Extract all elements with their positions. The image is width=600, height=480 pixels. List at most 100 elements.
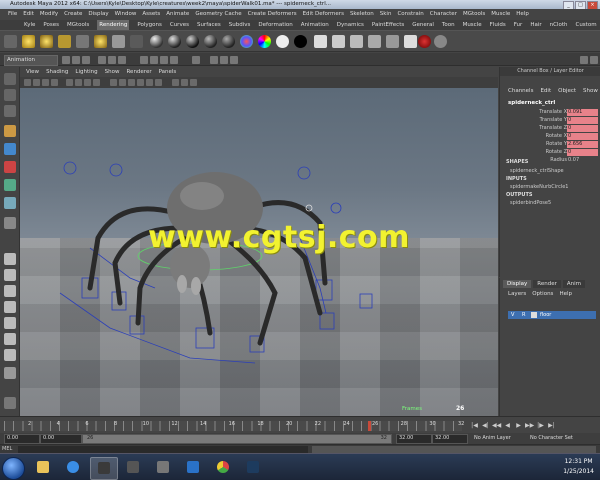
history-icon[interactable] <box>192 56 200 64</box>
channel-value[interactable]: 0 <box>567 125 598 132</box>
layer-tab-display[interactable]: Display <box>503 280 532 288</box>
shelf-tab-fur[interactable]: Fur <box>514 20 523 30</box>
viewport-menu-lighting[interactable]: Lighting <box>75 67 97 77</box>
move-tool-icon[interactable] <box>4 125 16 137</box>
area-light-icon[interactable] <box>58 35 71 48</box>
pen-icon[interactable] <box>76 35 89 48</box>
maximize-button[interactable]: □ <box>575 1 586 9</box>
playback-end-field[interactable]: 32.00 <box>396 434 432 444</box>
menu-skin[interactable]: Skin <box>380 9 392 19</box>
batch-render-icon[interactable] <box>418 35 431 48</box>
show-hide-channel-box-icon[interactable] <box>580 56 588 64</box>
selected-object-name[interactable]: spiderneck_ctrl <box>508 100 555 106</box>
surface-shader-icon[interactable] <box>276 35 289 48</box>
layer-visibility-toggle[interactable]: V <box>511 311 514 319</box>
shelf-tab-custom[interactable]: Custom <box>575 20 596 30</box>
ipr-render-icon[interactable] <box>350 35 363 48</box>
bookmark-icon[interactable] <box>42 79 49 86</box>
channel-row-translate-y[interactable]: Translate Y0 <box>500 117 600 125</box>
channel-value[interactable]: 0.07 <box>567 157 598 164</box>
layer-name[interactable]: floor <box>540 311 551 319</box>
perspective-viewport[interactable]: www.cgtsj.com Frames 26 <box>20 88 498 416</box>
grid-icon[interactable] <box>66 79 73 86</box>
menu-animate[interactable]: Animate <box>166 9 189 19</box>
paint-select-icon[interactable] <box>4 105 16 117</box>
rotate-tool-icon[interactable] <box>4 143 16 155</box>
go-to-start-icon[interactable]: |◀ <box>470 421 479 430</box>
volume-light-icon[interactable] <box>94 35 107 48</box>
channel-row-translate-x[interactable]: Translate X 0.091 <box>500 109 600 117</box>
command-input[interactable] <box>18 446 308 453</box>
film-gate-icon[interactable] <box>75 79 82 86</box>
render-frame-icon[interactable] <box>332 35 345 48</box>
viewport-menu-renderer[interactable]: Renderer <box>126 67 151 77</box>
camera-icon[interactable] <box>130 35 143 48</box>
step-forward-icon[interactable]: |▶ <box>536 421 545 430</box>
black-shader-icon[interactable] <box>294 35 307 48</box>
output-node[interactable]: spiderbindPose5 <box>510 200 551 206</box>
time-slider[interactable]: 2 4 6 8 10 12 14 16 18 20 22 24 26 28 30 32 |◀ ◀| ◀◀ ◀ … <box>0 416 600 433</box>
taskbar-explorer[interactable] <box>30 457 56 478</box>
menu-create-deformers[interactable]: Create Deformers <box>248 9 297 19</box>
taskbar-media-player[interactable] <box>180 457 206 478</box>
input-node[interactable]: spidermakeNurbCircle1 <box>510 184 568 190</box>
camera-attributes-icon[interactable] <box>33 79 40 86</box>
viewport-menu-shading[interactable]: Shading <box>46 67 68 77</box>
snap-point-icon[interactable] <box>160 56 168 64</box>
channel-menu-object[interactable]: Object <box>558 88 576 94</box>
menu-display[interactable]: Display <box>88 9 108 19</box>
menu-muscle[interactable]: Muscle <box>491 9 510 19</box>
layout-persp-graph-icon[interactable] <box>4 301 16 313</box>
shelf-tab-ncloth[interactable]: nCloth <box>550 20 568 30</box>
shelf-tab-hair[interactable]: Hair <box>530 20 541 30</box>
menu-set-dropdown[interactable]: Animation <box>4 55 58 66</box>
spot-light-icon[interactable] <box>40 35 53 48</box>
last-tool-icon[interactable] <box>4 217 16 229</box>
snap-curve-icon[interactable] <box>150 56 158 64</box>
command-language-label[interactable]: MEL <box>2 446 12 453</box>
channel-menu-edit[interactable]: Edit <box>540 88 551 94</box>
shelf-tab-dynamics[interactable]: Dynamics <box>337 20 364 30</box>
start-time-field[interactable]: 0.00 <box>4 434 40 444</box>
gate-mask-icon[interactable] <box>93 79 100 86</box>
snap-plane-icon[interactable] <box>170 56 178 64</box>
light-icon[interactable] <box>22 35 35 48</box>
ipr-icon[interactable] <box>220 56 228 64</box>
phong-sphere-icon[interactable] <box>186 35 199 48</box>
layout-hypershade-icon[interactable] <box>4 333 16 345</box>
menu-edit-deformers[interactable]: Edit Deformers <box>303 9 344 19</box>
shadows-icon[interactable] <box>155 79 162 86</box>
current-time-indicator[interactable] <box>368 421 371 431</box>
xray-icon[interactable] <box>181 79 188 86</box>
xray-joints-icon[interactable] <box>190 79 197 86</box>
channel-value[interactable]: 0.091 <box>567 109 598 116</box>
time-ruler[interactable]: 2 4 6 8 10 12 14 16 18 20 22 24 26 28 30 32 <box>4 421 464 431</box>
taskbar-internet-explorer[interactable] <box>60 457 86 478</box>
color-wheel-icon[interactable] <box>258 35 271 48</box>
menu-constrain[interactable]: Constrain <box>397 9 423 19</box>
play-backwards-icon[interactable]: ◀ <box>503 421 512 430</box>
layer-row-floor[interactable]: V R floor <box>508 311 596 319</box>
layer-tab-render[interactable]: Render <box>533 280 561 288</box>
channel-row-translate-z[interactable]: Translate Z0 <box>500 125 600 133</box>
shelf-tab-general[interactable]: General <box>412 20 434 30</box>
isolate-select-icon[interactable] <box>172 79 179 86</box>
render-view-icon[interactable] <box>314 35 327 48</box>
layer-menu-layers[interactable]: Layers <box>508 291 526 297</box>
shelf-tab-mgtools[interactable]: MGtools <box>67 20 89 30</box>
viewport-menu-panels[interactable]: Panels <box>159 67 177 77</box>
use-all-lights-icon[interactable] <box>146 79 153 86</box>
channel-row-rotate-x[interactable]: Rotate X0 <box>500 133 600 141</box>
textured-icon[interactable] <box>137 79 144 86</box>
settings-gear-icon[interactable] <box>4 35 17 48</box>
save-scene-icon[interactable] <box>82 56 90 64</box>
camera-select-icon[interactable] <box>24 79 31 86</box>
layout-side-icon[interactable] <box>4 285 16 297</box>
wireframe-on-shaded-icon[interactable] <box>128 79 135 86</box>
shelf-tab-curves[interactable]: Curves <box>170 20 189 30</box>
render-settings-icon[interactable] <box>368 35 381 48</box>
shelf-tab-toon[interactable]: Toon <box>442 20 455 30</box>
step-forward-key-icon[interactable]: ▶▶ <box>525 421 534 430</box>
select-object-icon[interactable] <box>108 56 116 64</box>
playback-start-field[interactable]: 0.00 <box>40 434 82 444</box>
